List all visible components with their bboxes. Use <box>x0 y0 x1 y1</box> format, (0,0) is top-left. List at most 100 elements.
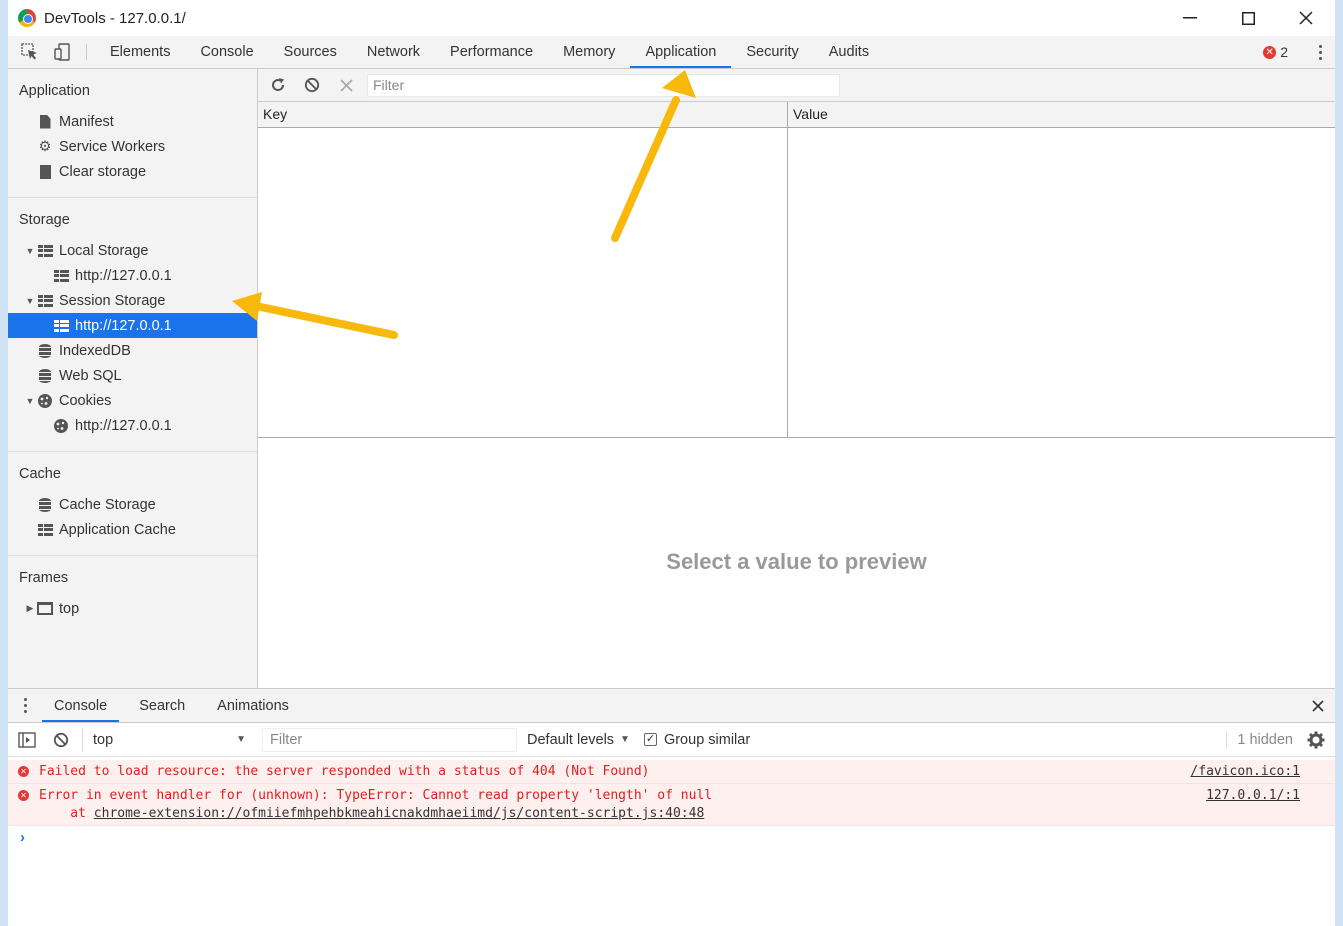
storage-table-body[interactable] <box>258 128 1335 438</box>
tab-elements[interactable]: Elements <box>95 36 185 68</box>
table-grid-icon <box>52 318 70 334</box>
drawer-tabbar: Console Search Animations <box>8 689 1335 723</box>
drawer-tab-search[interactable]: Search <box>127 689 197 722</box>
tab-performance[interactable]: Performance <box>435 36 548 68</box>
sidebar-item-local-storage-origin[interactable]: http://127.0.0.1 <box>8 263 257 288</box>
database-icon <box>36 368 54 384</box>
close-window-button[interactable] <box>1277 0 1335 36</box>
inspect-button[interactable] <box>14 36 46 68</box>
error-icon: ✕ <box>1263 45 1277 59</box>
dropdown-arrow-icon: ▼ <box>620 734 630 745</box>
error-icon: ✕ <box>18 766 29 777</box>
dropdown-arrow-icon: ▼ <box>236 734 246 745</box>
minimize-button[interactable] <box>1161 0 1219 36</box>
delete-selected-button[interactable] <box>329 78 363 92</box>
drawer-tab-console[interactable]: Console <box>42 689 120 722</box>
console-drawer: Console Search Animations top ▼ Filter D… <box>8 688 1335 926</box>
tab-sources[interactable]: Sources <box>269 36 352 68</box>
tab-application[interactable]: Application <box>630 36 732 68</box>
storage-panel: Filter Key Value Select a value to previ… <box>258 69 1335 688</box>
sidebar-item-local-storage[interactable]: ▼ Local Storage <box>8 238 257 263</box>
sidebar-item-cache-storage[interactable]: Cache Storage <box>8 492 257 517</box>
database-icon <box>36 343 54 359</box>
tab-memory[interactable]: Memory <box>548 36 630 68</box>
refresh-icon <box>272 78 285 91</box>
section-title-application: Application <box>19 83 90 99</box>
sidebar-item-cookies[interactable]: ▼ Cookies <box>8 388 257 413</box>
storage-toolbar: Filter <box>258 69 1335 102</box>
console-error-message: ✕ Error in event handler for (unknown): … <box>8 784 1335 826</box>
application-sidebar: Application Manifest ⚙ Service Workers C… <box>8 69 258 688</box>
close-icon <box>1299 11 1313 25</box>
storage-filter-input[interactable]: Filter <box>367 73 840 97</box>
section-title-frames: Frames <box>19 570 69 586</box>
log-levels-dropdown[interactable]: Default levels ▼ <box>527 732 630 748</box>
sidebar-item-frame-top[interactable]: ▶ top <box>8 596 257 621</box>
device-icon <box>54 43 70 61</box>
inspect-icon <box>21 43 37 60</box>
column-header-value[interactable]: Value <box>788 102 833 127</box>
sidebar-item-manifest[interactable]: Manifest <box>8 109 257 134</box>
error-count: 2 <box>1280 44 1288 60</box>
message-source-link[interactable]: /favicon.ico:1 <box>1190 764 1300 779</box>
more-options-button[interactable] <box>1319 44 1323 60</box>
sidebar-item-cookies-origin[interactable]: http://127.0.0.1 <box>8 413 257 438</box>
sidebar-item-service-workers[interactable]: ⚙ Service Workers <box>8 134 257 159</box>
console-settings-button[interactable] <box>1307 731 1325 749</box>
expand-triangle-icon[interactable]: ▼ <box>24 296 36 306</box>
sidebar-item-session-storage-origin[interactable]: http://127.0.0.1 <box>8 313 257 338</box>
sidebar-item-clear-storage[interactable]: Clear storage <box>8 159 257 184</box>
clear-console-button[interactable] <box>44 732 78 748</box>
refresh-button[interactable] <box>261 77 295 93</box>
maximize-button[interactable] <box>1219 0 1277 36</box>
table-grid-icon <box>36 293 54 309</box>
table-header: Key Value <box>258 102 1335 128</box>
error-count-badge[interactable]: ✕ 2 <box>1263 44 1288 60</box>
tab-audits[interactable]: Audits <box>814 36 884 68</box>
sidebar-toggle-icon <box>18 731 36 748</box>
sidebar-item-application-cache[interactable]: Application Cache <box>8 517 257 542</box>
window-title: DevTools - 127.0.0.1/ <box>44 9 186 27</box>
separator <box>86 44 87 60</box>
drawer-close-button[interactable] <box>1301 689 1335 722</box>
tab-security[interactable]: Security <box>731 36 813 68</box>
divider <box>8 451 257 452</box>
sidebar-item-websql[interactable]: Web SQL <box>8 363 257 388</box>
show-sidebar-button[interactable] <box>10 731 44 748</box>
console-filter-input[interactable]: Filter <box>262 727 517 752</box>
group-similar-checkbox[interactable]: ✓ Group similar <box>643 732 750 748</box>
column-header-key[interactable]: Key <box>258 102 788 127</box>
divider <box>8 197 257 198</box>
drawer-tab-animations[interactable]: Animations <box>205 689 301 722</box>
gear-icon <box>1307 731 1325 748</box>
hidden-messages-count: 1 hidden <box>1226 731 1293 748</box>
gear-icon: ⚙ <box>38 138 52 155</box>
context-selector[interactable]: top ▼ <box>82 727 252 752</box>
sidebar-item-session-storage[interactable]: ▼ Session Storage <box>8 288 257 313</box>
console-prompt-icon[interactable]: › <box>20 829 25 846</box>
expand-triangle-icon[interactable]: ▶ <box>24 603 36 614</box>
cookie-icon <box>52 418 70 434</box>
drawer-menu-button[interactable] <box>8 689 42 722</box>
expand-triangle-icon[interactable]: ▼ <box>24 396 36 406</box>
expand-triangle-icon[interactable]: ▼ <box>24 246 36 256</box>
tab-network[interactable]: Network <box>352 36 435 68</box>
devtools-window: DevTools - 127.0.0.1/ Elements Console S… <box>0 0 1343 926</box>
main-tabbar: Elements Console Sources Network Perform… <box>8 36 1335 69</box>
message-source-link[interactable]: 127.0.0.1/:1 <box>1206 788 1300 803</box>
table-grid-icon <box>52 268 70 284</box>
table-grid-icon <box>36 243 54 259</box>
error-icon: ✕ <box>18 790 29 801</box>
clear-all-button[interactable] <box>295 77 329 93</box>
tab-console[interactable]: Console <box>185 36 268 68</box>
stack-trace-link[interactable]: chrome-extension://ofmiiefmhpehbkmeahicn… <box>94 806 704 821</box>
context-value: top <box>93 731 114 748</box>
checkbox-checked-icon: ✓ <box>643 733 657 746</box>
document-icon <box>36 114 54 130</box>
trash-icon <box>36 164 54 180</box>
divider <box>8 555 257 556</box>
sidebar-item-indexeddb[interactable]: IndexedDB <box>8 338 257 363</box>
device-toolbar-button[interactable] <box>46 36 78 68</box>
section-title-cache: Cache <box>19 466 61 482</box>
console-toolbar: top ▼ Filter Default levels ▼ ✓ Group si… <box>8 723 1335 757</box>
